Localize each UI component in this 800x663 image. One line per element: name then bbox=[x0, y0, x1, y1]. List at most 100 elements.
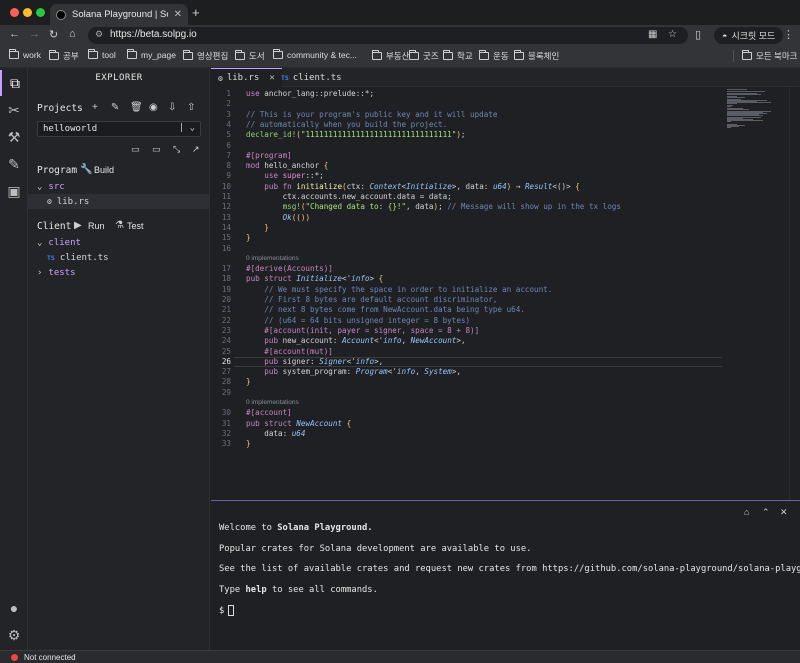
code-line[interactable]: 30 #[account] bbox=[211, 408, 800, 418]
editor-tab-client-ts[interactable]: TS client.ts bbox=[274, 68, 349, 87]
tree-folder-tests[interactable]: › tests bbox=[28, 265, 210, 280]
close-terminal-icon[interactable]: ✕ bbox=[780, 507, 788, 518]
code-line[interactable]: 3 // This is your program's public key an… bbox=[211, 110, 800, 120]
forward-arrow-icon[interactable]: → bbox=[29, 28, 40, 40]
new-project-icon[interactable]: + bbox=[92, 102, 98, 113]
tree-folder-client[interactable]: ⌄ client bbox=[28, 235, 210, 250]
bookmark-folder[interactable]: 도서 bbox=[235, 50, 265, 62]
test-flask-icon[interactable]: ⚗ bbox=[115, 220, 124, 231]
build-deploy-icon[interactable]: ✂ bbox=[0, 97, 28, 123]
maximize-window-button[interactable] bbox=[36, 8, 45, 17]
code-line[interactable]: 32 data: u64 bbox=[211, 429, 800, 439]
code-line[interactable]: 22 // (u64 = 64 bits unsigned integer = … bbox=[211, 316, 800, 326]
new-folder-icon[interactable]: ▭ bbox=[152, 144, 161, 155]
build-button[interactable]: Build bbox=[94, 165, 114, 175]
bookmark-folder[interactable]: 굿즈 bbox=[409, 50, 439, 62]
bookmark-folder[interactable]: 운동 bbox=[479, 50, 509, 62]
clear-terminal-icon[interactable]: ⌂ bbox=[744, 507, 749, 517]
code-line[interactable]: 14 } bbox=[211, 223, 800, 233]
qr-code-icon[interactable]: ▦ bbox=[648, 29, 657, 40]
code-line[interactable]: 26 pub signer: Signer<'info>, bbox=[211, 357, 800, 367]
all-bookmarks-folder[interactable]: 모든 북마크 bbox=[733, 50, 797, 62]
code-line[interactable]: 24 pub new_account: Account<'info, NewAc… bbox=[211, 336, 800, 346]
rename-project-icon[interactable]: ✎ bbox=[111, 102, 119, 113]
code-line[interactable]: 18 pub struct Initialize<'info> { bbox=[211, 274, 800, 284]
tree-file-client-ts[interactable]: TS client.ts bbox=[28, 250, 210, 265]
settings-gear-icon[interactable]: ⚙ bbox=[0, 622, 28, 648]
code-line[interactable]: 4 // automatically when you build the pro… bbox=[211, 120, 800, 130]
code-line[interactable]: 9 use super::*; bbox=[211, 171, 800, 181]
github-icon[interactable]: ● bbox=[0, 595, 28, 621]
test-button[interactable]: Test bbox=[127, 221, 144, 231]
browser-tab[interactable]: Solana Playground | Solana IDE ✕ bbox=[50, 4, 188, 25]
codelens-implementations[interactable]: 0 implementations bbox=[246, 399, 299, 406]
share-icon[interactable]: ↗ bbox=[192, 144, 200, 155]
import-project-icon[interactable]: ⇩ bbox=[168, 102, 176, 113]
code-line[interactable]: 29 bbox=[211, 388, 800, 398]
bookmark-folder[interactable]: 학교 bbox=[443, 50, 473, 62]
incognito-indicator[interactable]: ◓ 시크릿 모드 bbox=[714, 27, 784, 44]
code-line[interactable]: 11 ctx.accounts.new_account.data = data; bbox=[211, 192, 800, 202]
bookmark-star-icon[interactable]: ☆ bbox=[668, 29, 677, 40]
run-button[interactable]: Run bbox=[88, 221, 105, 231]
code-line[interactable]: 20 // First 8 bytes are default account … bbox=[211, 295, 800, 305]
code-line[interactable]: 8 mod hello_anchor { bbox=[211, 161, 800, 171]
code-line[interactable]: 1 use anchor_lang::prelude::*; bbox=[211, 89, 800, 99]
code-line[interactable]: 33} bbox=[211, 439, 800, 449]
explorer-files-icon[interactable]: ⧉ bbox=[0, 70, 28, 96]
side-panel-icon[interactable]: ▯ bbox=[695, 28, 701, 41]
bookmark-folder[interactable]: 공부 bbox=[49, 50, 79, 62]
code-line[interactable]: 19 // We must specify the space in order… bbox=[211, 285, 800, 295]
close-window-button[interactable] bbox=[10, 8, 19, 17]
editor-tab-lib-rs[interactable]: ⚙ lib.rs ✕ bbox=[211, 68, 282, 87]
project-select[interactable]: helloworld | ⌄ bbox=[37, 121, 201, 137]
code-line[interactable]: 7 #[program] bbox=[211, 151, 800, 161]
code-line[interactable]: 28} bbox=[211, 377, 800, 387]
home-icon[interactable]: ⌂ bbox=[69, 28, 76, 40]
programs-icon[interactable]: ▣ bbox=[0, 178, 28, 204]
bookmark-folder[interactable]: tool bbox=[88, 49, 116, 60]
code-line[interactable]: 13 Ok(()) bbox=[211, 213, 800, 223]
build-wrench-icon[interactable]: 🔧 bbox=[80, 164, 92, 175]
new-tab-button[interactable]: + bbox=[192, 5, 200, 20]
bookmark-folder[interactable]: community & tec... bbox=[273, 49, 357, 60]
run-play-icon[interactable]: ▶ bbox=[74, 220, 82, 231]
bookmark-folder[interactable]: 부동산 bbox=[372, 50, 409, 62]
code-line[interactable]: 21 // next 8 bytes come from NewAccount.… bbox=[211, 305, 800, 315]
site-info-icon[interactable]: ⚙ bbox=[95, 29, 103, 40]
minimize-window-button[interactable] bbox=[23, 8, 32, 17]
terminal-panel[interactable]: ⌂ ⌃ ✕ Welcome to Solana Playground. Popu… bbox=[211, 500, 800, 650]
code-line[interactable]: 5 declare_id!("11111111111111111111111111… bbox=[211, 130, 800, 140]
export-project-icon[interactable]: ⇧ bbox=[187, 102, 195, 113]
close-tab-icon[interactable]: ✕ bbox=[174, 9, 182, 20]
code-line[interactable]: 27 pub system_program: Program<'info, Sy… bbox=[211, 367, 800, 377]
back-arrow-icon[interactable]: ← bbox=[9, 28, 20, 40]
reload-icon[interactable]: ↻ bbox=[49, 28, 58, 41]
code-line[interactable]: 6 bbox=[211, 141, 800, 151]
bookmark-folder[interactable]: 영상편집 bbox=[183, 50, 228, 62]
code-line[interactable]: 25 #[account(mut)] bbox=[211, 347, 800, 357]
delete-project-icon[interactable]: 🗑 bbox=[130, 102, 143, 113]
code-line[interactable]: 16 bbox=[211, 244, 800, 254]
bookmark-folder[interactable]: my_page bbox=[127, 49, 176, 60]
connection-status-label[interactable]: Not connected bbox=[24, 653, 76, 662]
browser-menu-icon[interactable]: ⋮ bbox=[783, 28, 794, 41]
tree-folder-src[interactable]: ⌄ src bbox=[28, 179, 210, 194]
code-line[interactable]: 31 pub struct NewAccount { bbox=[211, 419, 800, 429]
terminal-prompt[interactable]: $ bbox=[219, 605, 235, 616]
code-line[interactable]: 23 #[account(init, payer = signer, space… bbox=[211, 326, 800, 336]
code-line[interactable]: 15} bbox=[211, 233, 800, 243]
code-line[interactable]: 17 #[derive(Accounts)] bbox=[211, 264, 800, 274]
test-hammer-icon[interactable]: ⚒ bbox=[0, 124, 28, 150]
tree-file-lib-rs[interactable]: ⚙ lib.rs bbox=[28, 194, 210, 209]
github-import-icon[interactable]: ◉ bbox=[149, 102, 158, 113]
code-editor[interactable]: 1 use anchor_lang::prelude::*; 2 3 // This i… bbox=[211, 87, 800, 500]
address-bar[interactable]: ⚙ https://beta.solpg.io ▦ ☆ bbox=[88, 27, 688, 44]
bookmark-folder[interactable]: work bbox=[9, 49, 41, 60]
new-file-icon[interactable]: ▭ bbox=[131, 144, 140, 155]
codelens-implementations[interactable]: 0 implementations bbox=[246, 255, 299, 262]
collapse-folders-icon[interactable]: ⤡ bbox=[173, 144, 180, 155]
code-line[interactable]: 10 pub fn initialize(ctx: Context<Initia… bbox=[211, 182, 800, 192]
code-line[interactable]: 12 msg!("Changed data to: {}!", data); /… bbox=[211, 202, 800, 212]
code-line[interactable]: 2 bbox=[211, 99, 800, 109]
